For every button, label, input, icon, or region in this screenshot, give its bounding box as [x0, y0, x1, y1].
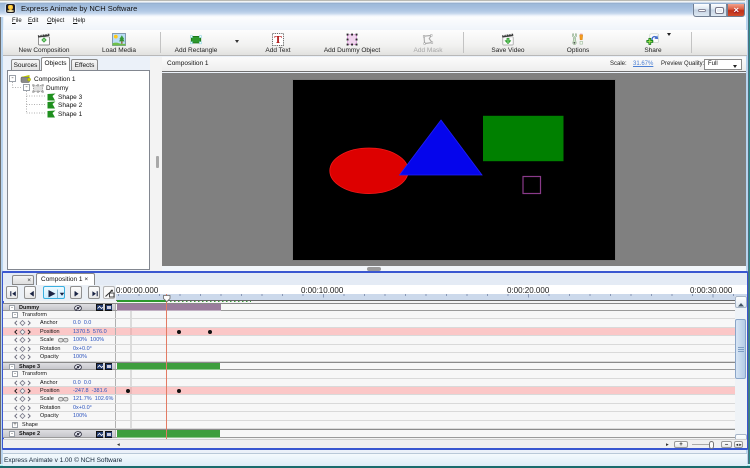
svg-text:T: T [274, 34, 282, 46]
